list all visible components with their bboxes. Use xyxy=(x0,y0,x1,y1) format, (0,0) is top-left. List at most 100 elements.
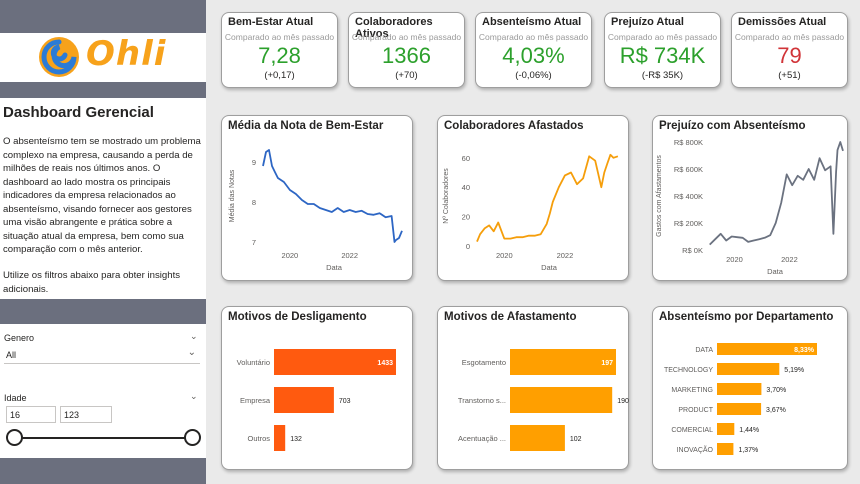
kpi-delta: (+0,17) xyxy=(264,70,295,81)
bar xyxy=(717,383,762,395)
company-logo: Ohli xyxy=(36,34,166,82)
bar xyxy=(510,425,565,451)
x-axis-label: Data xyxy=(541,263,558,272)
x-tick-label: 2020 xyxy=(282,251,299,260)
logo-text: Ohli xyxy=(86,34,167,74)
bar xyxy=(510,387,613,413)
kpi-card-demissoes: Demissões Atual Comparado ao mês passado… xyxy=(731,12,848,88)
header-band xyxy=(0,0,206,33)
genero-filter-label: Genero xyxy=(4,333,35,343)
data-label: 5,19% xyxy=(784,367,804,374)
kpi-value: 4,03% xyxy=(502,43,565,68)
idade-slider-max-handle[interactable] xyxy=(184,429,201,446)
idade-slider-min-handle[interactable] xyxy=(6,429,23,446)
bar xyxy=(274,387,334,413)
kpi-delta: (+51) xyxy=(778,70,801,81)
data-label: 197 xyxy=(601,360,613,367)
kpi-subtitle: Comparado ao mês passado xyxy=(351,32,462,42)
y-tick-label: R$ 200K xyxy=(674,219,703,228)
series-line xyxy=(262,149,403,243)
genero-collapse-icon[interactable]: ⌄ xyxy=(190,331,198,342)
bar xyxy=(274,425,286,451)
kpi-title: Absenteísmo Atual xyxy=(482,16,582,28)
kpi-subtitle: Comparado ao mês passado xyxy=(478,32,589,42)
chart-desligamento-svg: Voluntário 1433 Empresa 703 Outros 132 xyxy=(237,349,396,451)
category-label: Esgotamento xyxy=(462,358,506,367)
sidebar: Ohli Dashboard Gerencial O absenteísmo t… xyxy=(0,0,206,484)
data-label: 132 xyxy=(290,436,302,443)
category-label: PRODUCT xyxy=(678,407,713,414)
category-label: TECHNOLOGY xyxy=(664,367,713,374)
footer-band xyxy=(0,458,206,484)
x-axis-label: Data xyxy=(767,267,784,276)
idade-collapse-icon[interactable]: ⌄ xyxy=(190,391,198,402)
filter-band xyxy=(0,299,206,324)
y-axis-label: Nº Colaboradores xyxy=(443,168,450,224)
chart-departamento-svg: DATA 8,33% TECHNOLOGY 5,19% MARKETING 3,70% PR… xyxy=(664,343,817,455)
y-tick-label: R$ 0K xyxy=(682,246,703,255)
kpi-delta: (-0,06%) xyxy=(515,70,552,81)
dashboard-hint: Utilize os filtros abaixo para obter ins… xyxy=(3,270,181,295)
category-label: MARKETING xyxy=(671,387,713,394)
kpi-value: 79 xyxy=(777,43,802,68)
data-label: 190 xyxy=(617,398,629,405)
data-label: 1433 xyxy=(377,360,393,367)
category-label: Acentuação ... xyxy=(458,434,506,443)
category-label: INOVAÇÃO xyxy=(677,445,714,454)
chart-afastamento-svg: Esgotamento 197 Transtorno s... 190 Acentuaç… xyxy=(458,349,629,451)
genero-selected-value: All xyxy=(6,350,17,360)
kpi-value: 1366 xyxy=(382,43,431,68)
category-label: COMERCIAL xyxy=(671,427,713,434)
idade-min-input[interactable]: 16 xyxy=(6,406,56,423)
chart-card-prejuizo: Prejuízo com Absenteísmo R$ 0K R$ 200K R$ … xyxy=(652,115,848,281)
idade-slider-track[interactable] xyxy=(14,437,194,439)
y-tick-label: 9 xyxy=(252,158,256,167)
chart-card-afastados: Colaboradores Afastados 0 20 40 60 2020 2022 D… xyxy=(437,115,629,281)
dashboard-description: O absenteísmo tem se mostrado um problem… xyxy=(3,136,201,255)
data-label: 1,37% xyxy=(738,447,758,454)
kpi-card-colaboradores: Colaboradores Ativos Comparado ao mês pa… xyxy=(348,12,465,88)
category-label: DATA xyxy=(695,347,713,354)
category-label: Voluntário xyxy=(237,358,270,367)
idade-max-input[interactable]: 123 xyxy=(60,406,112,423)
kpi-value: 7,28 xyxy=(258,43,301,68)
bar xyxy=(717,403,762,415)
x-tick-label: 2020 xyxy=(726,255,743,264)
data-label: 3,70% xyxy=(766,387,786,394)
y-tick-label: R$ 400K xyxy=(674,192,703,201)
x-tick-label: 2020 xyxy=(496,251,513,260)
series-line xyxy=(476,153,619,242)
data-label: 102 xyxy=(570,436,582,443)
x-tick-label: 2022 xyxy=(781,255,798,264)
x-tick-label: 2022 xyxy=(557,251,574,260)
chart-card-afastamento: Motivos de Afastamento Esgotamento 197 Tra… xyxy=(437,306,629,470)
chart-card-bem-estar: Média da Nota de Bem-Estar 7 8 9 2020 2022 Da… xyxy=(221,115,413,281)
y-tick-label: 20 xyxy=(462,213,470,222)
series-line xyxy=(709,141,844,246)
category-label: Outros xyxy=(247,434,270,443)
bar xyxy=(510,349,616,375)
chart-card-departamento: Absenteísmo por Departamento DATA 8,33% TE… xyxy=(652,306,848,470)
bar xyxy=(717,363,780,375)
data-label: 8,33% xyxy=(794,347,815,354)
kpi-card-prejuizo: Prejuízo Atual Comparado ao mês passado … xyxy=(604,12,721,88)
kpi-subtitle: Comparado ao mês passado xyxy=(607,32,718,42)
kpi-value: R$ 734K xyxy=(619,43,706,68)
x-axis-label: Data xyxy=(326,263,343,272)
kpi-title: Bem-Estar Atual xyxy=(228,16,314,28)
y-tick-label: 7 xyxy=(252,238,256,247)
x-tick-label: 2022 xyxy=(341,251,358,260)
y-tick-label: 40 xyxy=(462,183,470,192)
chart-card-desligamento: Motivos de Desligamento Voluntário 1433 Em… xyxy=(221,306,413,470)
chart-afastados-svg: 0 20 40 60 2020 2022 Data Nº Colaboradores xyxy=(443,153,619,272)
bar xyxy=(717,423,735,435)
dashboard-title: Dashboard Gerencial xyxy=(3,104,154,121)
chart-bem-estar-svg: 7 8 9 2020 2022 Data Média das Notas xyxy=(229,149,403,272)
genero-dropdown[interactable]: All ⌄ xyxy=(4,346,200,364)
y-tick-label: 8 xyxy=(252,198,256,207)
data-label: 1,44% xyxy=(739,427,759,434)
kpi-card-absenteismo: Absenteísmo Atual Comparado ao mês passa… xyxy=(475,12,592,88)
kpi-subtitle: Comparado ao mês passado xyxy=(734,32,845,42)
swirl-logo-icon xyxy=(39,37,79,77)
kpi-title: Prejuízo Atual xyxy=(611,16,684,28)
